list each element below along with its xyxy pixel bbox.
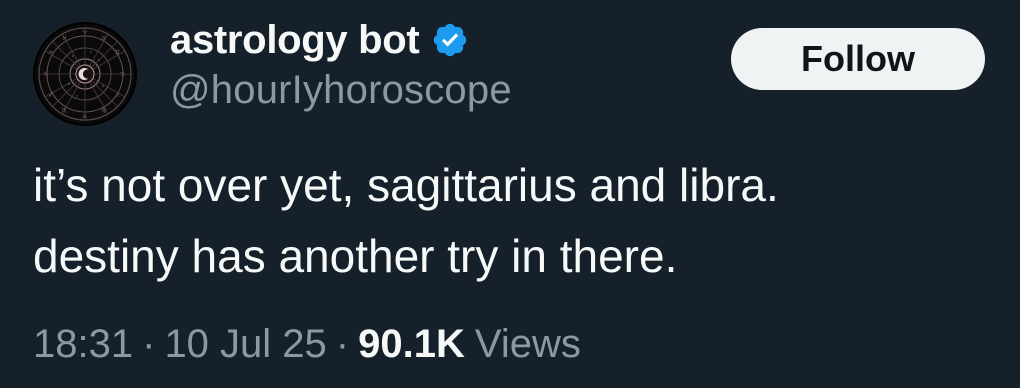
views-label: Views	[474, 322, 581, 366]
meta-separator: ·	[142, 322, 156, 366]
tweet-date[interactable]: 10 Jul 25	[164, 322, 326, 367]
svg-text:♊: ♊	[115, 49, 120, 56]
svg-text:♍: ♍	[101, 107, 106, 114]
tweet-text: it’s not over yet, sagittarius and libra…	[33, 150, 779, 292]
zodiac-wheel-icon: ♈ ♉ ♊ ♋ ♌ ♍ ♎ ♏ ♐ ♑ ♒ ♓	[35, 24, 135, 124]
author-display-name[interactable]: astrology bot	[170, 18, 420, 63]
meta-separator: ·	[335, 322, 350, 366]
svg-text:♏: ♏	[62, 107, 68, 114]
svg-text:♌: ♌	[115, 92, 120, 99]
tweet-text-line: it’s not over yet, sagittarius and libra…	[33, 159, 779, 211]
avatar[interactable]: ♈ ♉ ♊ ♋ ♌ ♍ ♎ ♏ ♐ ♑ ♒ ♓	[33, 22, 137, 126]
views-count[interactable]: 90.1K	[358, 322, 465, 367]
tweet-text-line: destiny has another try in there.	[33, 230, 678, 282]
svg-text:♑: ♑	[43, 71, 48, 78]
tweet-card: ♈ ♉ ♊ ♋ ♌ ♍ ♎ ♏ ♐ ♑ ♒ ♓ astrology bot @h…	[0, 0, 1020, 388]
svg-text:♈: ♈	[82, 30, 88, 37]
svg-text:♉: ♉	[101, 35, 106, 42]
tweet-meta: 18:31 · 10 Jul 25 · 90.1K Views	[33, 322, 581, 367]
author-name-row: astrology bot	[170, 14, 469, 66]
svg-text:♒: ♒	[48, 49, 53, 56]
tweet-time[interactable]: 18:31	[33, 322, 133, 367]
follow-button[interactable]: Follow	[731, 28, 985, 90]
author-handle[interactable]: @hourIyhoroscope	[170, 68, 512, 113]
svg-text:♎: ♎	[82, 113, 87, 120]
svg-text:♋: ♋	[120, 71, 125, 78]
svg-text:♐: ♐	[48, 92, 53, 99]
svg-text:♓: ♓	[62, 35, 67, 42]
verified-badge-icon[interactable]	[431, 21, 469, 59]
